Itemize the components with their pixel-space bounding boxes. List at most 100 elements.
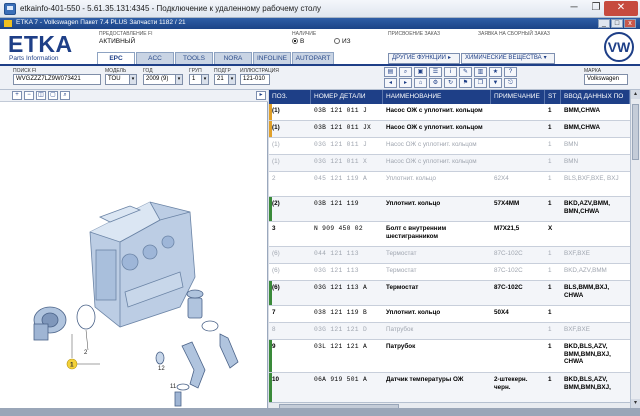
scroll-thumb[interactable] [632, 104, 639, 160]
refresh-icon[interactable]: ↻ [444, 78, 457, 88]
cell-part: 03G 121 011 X [314, 158, 368, 165]
cell-note: 62X4 [494, 175, 509, 182]
caret-right-icon: ▸ [447, 55, 451, 61]
fi-search-input[interactable]: WVGZZZ7LZ9W073421 [13, 74, 101, 85]
table-vertical-scrollbar[interactable]: ▴ ▾ [630, 90, 640, 408]
col-header-name[interactable]: НАИМЕНОВАНИЕ [383, 90, 491, 104]
group-select[interactable]: 1 ▾ [189, 74, 209, 85]
tools-icon[interactable]: ⚙ [429, 78, 442, 88]
cell-name: Термостат [386, 284, 419, 291]
zoom-out-icon[interactable]: − [24, 91, 34, 100]
scroll-up-icon[interactable]: ▴ [631, 90, 640, 99]
tab-nora[interactable]: NORA [214, 52, 252, 64]
cell-pos: (2) [272, 200, 280, 207]
search-icon[interactable]: ⌕ [399, 67, 412, 77]
cell-note [491, 340, 545, 373]
cell-pos: (6) [272, 284, 280, 291]
cart-icon[interactable]: ▣ [414, 67, 427, 77]
back-icon[interactable]: ◂ [384, 78, 397, 88]
cell-data: BKD,AZV,BMM, BMN,CHWA [564, 200, 610, 215]
table-row[interactable]: 8 03G 121 121 D Патрубок 1 BXF,BXE [269, 323, 630, 340]
year-select[interactable]: 2009 (9) ▾ [143, 74, 183, 85]
clipboard-icon[interactable]: ▥ [474, 67, 487, 77]
chemicals-dropdown[interactable]: ХИМИЧЕСКИЕ ВЕЩЕСТВА ▾ [461, 53, 555, 64]
cell-part: 03G 121 113 [314, 267, 359, 274]
table-header: ПОЗ. НОМЕР ДЕТАЛИ НАИМЕНОВАНИЕ ПРИМЕЧАНИ… [269, 90, 630, 104]
panel-toggle-icon[interactable]: ▸ [256, 91, 266, 100]
magnifier-icon[interactable]: ⌕ [60, 91, 70, 100]
callout-leaders [71, 329, 100, 365]
col-header-note[interactable]: ПРИМЕЧАНИЕ [491, 90, 545, 104]
cell-part: 03B 121 119 [314, 200, 359, 207]
availability-radio-b[interactable]: В [292, 38, 304, 45]
col-header-pos[interactable]: ПОЗ. [269, 90, 311, 104]
table-row[interactable]: 9 03L 121 121 A Патрубок 1 BKD,BLS,AZV, BMM,… [269, 340, 630, 373]
order-value: АКТИВНЫЙ [99, 38, 136, 45]
minimize-button[interactable]: ─ [562, 1, 586, 16]
chevron-down-icon: ▾ [228, 75, 235, 84]
list-icon[interactable]: ☰ [429, 67, 442, 77]
zoom-fit-icon[interactable]: ◫ [36, 91, 46, 100]
brand-select[interactable]: Volkswagen [584, 74, 628, 85]
callout-12: 12 [158, 366, 165, 372]
subgroup-select[interactable]: 21 ▾ [214, 74, 236, 85]
table-row[interactable]: (2) 03B 121 119 Уплотнит. кольцо 57X4MM 1 BKD… [269, 197, 630, 222]
zoom-in-icon[interactable]: + [12, 91, 22, 100]
rdp-title-bar: etkainfo-401-550 - 5.61.35.131:4345 - По… [0, 0, 640, 18]
other-functions-dropdown[interactable]: ДРУГИЕ ФУНКЦИИ ▸ [388, 53, 460, 64]
app-close-button[interactable]: x [624, 19, 636, 28]
col-header-st[interactable]: ST [545, 90, 561, 104]
table-row[interactable]: (1) 03B 121 011 J Насос ОЖ с уплотнит. кол… [269, 104, 630, 121]
table-row[interactable]: 2 045 121 119 A Уплотнит. кольцо 62X4 1 BLS,B… [269, 172, 630, 197]
forward-icon[interactable]: ▸ [399, 78, 412, 88]
col-header-part-number[interactable]: НОМЕР ДЕТАЛИ [311, 90, 383, 104]
table-row[interactable]: (6) 044 121 113 Термостат 87C-102C 1 BXF,BXE [269, 247, 630, 264]
svg-text:1: 1 [70, 362, 74, 369]
cell-st: 1 [548, 343, 552, 350]
help-icon[interactable]: ? [504, 67, 517, 77]
cell-part: 03L 121 121 A [314, 343, 368, 350]
availability-radio-iz[interactable]: ИЗ [334, 38, 351, 45]
remote-desktop-icon [4, 3, 16, 15]
table-row[interactable]: 7 038 121 119 B Уплотнит. кольцо 50X4 1 [269, 306, 630, 323]
filter-bar: ПОИСК FI WVGZZZ7LZ9W073421 МОДЕЛЬ TOU ▾ Г… [0, 66, 640, 90]
col-header-data[interactable]: ВВОД ДАННЫХ ПО [561, 90, 630, 104]
cell-pos: 7 [272, 309, 276, 316]
cell-name: Уплотнит. кольцо [386, 309, 441, 316]
print-icon[interactable]: ▤ [384, 67, 397, 77]
note-icon[interactable]: ✎ [459, 67, 472, 77]
scroll-down-icon[interactable]: ▾ [631, 399, 640, 408]
bookmark-icon[interactable]: ⚑ [459, 78, 472, 88]
cell-st: 1 [548, 141, 552, 148]
exit-icon[interactable]: ⎋ [504, 78, 517, 88]
tab-infoline[interactable]: INFOLINE [253, 52, 291, 64]
table-row[interactable]: (1) 03G 121 011 J Насос ОЖ с уплотнит. кол… [269, 138, 630, 155]
table-row[interactable]: (1) 03G 121 011 X Насос ОЖ с уплотнит. кол… [269, 155, 630, 172]
copy-icon[interactable]: ❐ [474, 78, 487, 88]
exploded-parts-diagram[interactable]: 2 12 11 1 [0, 102, 268, 408]
illustration-select[interactable]: 121-010 [240, 74, 270, 85]
table-row[interactable]: (1) 03B 121 011 JX Насос ОЖ с уплотнит. ко… [269, 121, 630, 138]
info-icon[interactable]: i [444, 67, 457, 77]
app-maximize-button[interactable]: □ [611, 19, 623, 28]
tab-autopart[interactable]: AUTOPART [292, 52, 334, 64]
table-row[interactable]: (6) 03G 121 113 A Термостат 87C-102C 1 BLS,BM… [269, 281, 630, 306]
close-button[interactable]: ✕ [604, 1, 638, 16]
cell-data: BMN [564, 141, 578, 148]
cell-note [491, 155, 545, 172]
model-select[interactable]: TOU ▾ [105, 74, 137, 85]
star-icon[interactable]: ★ [489, 67, 502, 77]
cell-name: Насос ОЖ с уплотнит. кольцом [386, 107, 483, 114]
table-row[interactable]: 3 N 909 450 02 Болт с внутренним шестигран… [269, 222, 630, 247]
home-icon[interactable]: ⌂ [414, 78, 427, 88]
tab-tools[interactable]: TOOLS [175, 52, 213, 64]
cell-data: BKD,AZV,BMM [564, 267, 607, 274]
zoom-window-icon[interactable]: ▢ [48, 91, 58, 100]
tab-acc[interactable]: ACC [136, 52, 174, 64]
filter-icon[interactable]: ▼ [489, 78, 502, 88]
callout-1-highlight[interactable]: 1 [66, 358, 78, 370]
cell-pos: (1) [272, 124, 280, 131]
chevron-down-icon: ▾ [175, 75, 182, 84]
app-minimize-button[interactable]: _ [598, 19, 610, 28]
table-row[interactable]: (6) 03G 121 113 Термостат 87C-102C 1 BKD,AZV,… [269, 264, 630, 281]
